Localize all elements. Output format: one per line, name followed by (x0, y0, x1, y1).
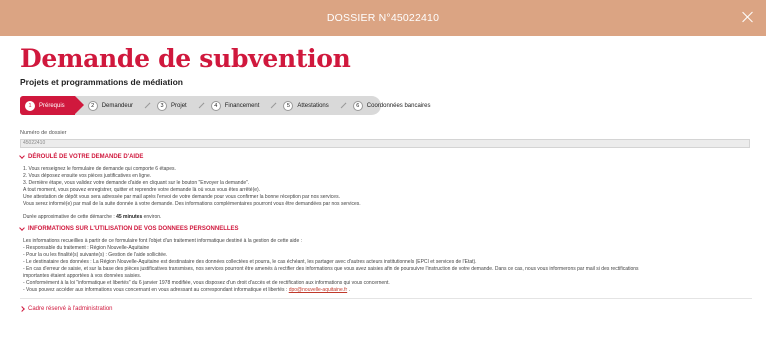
step-label: Attestations (297, 102, 329, 109)
modal-content: Demande de subvention Projets et program… (19, 36, 752, 312)
text-line: - En cas d'erreur de saisie, et sur la b… (23, 266, 639, 272)
text-line: 3. Dernière étape, vous validez votre de… (23, 180, 250, 186)
text-line: Vous serez informé(e) par mail de la sui… (23, 201, 361, 207)
step-label: Prérequis (39, 102, 65, 109)
page-title: Demande de subvention (20, 44, 351, 73)
dossier-title: DOSSIER N°45022410 (326, 12, 440, 24)
page-subtitle: Projets et programmations de médiation (20, 77, 183, 87)
text-line: - Vous pouvez accéder aux informations v… (23, 287, 752, 294)
section-title: Cadre réservé à l'administration (28, 306, 113, 312)
duration-label: Durée approximative de cette démarche : (23, 214, 115, 220)
step-number: 3 (157, 100, 168, 111)
step-projet[interactable]: 3 Projet (157, 96, 201, 115)
text-line: - Pour la ou les finalité(s) suivante(s)… (23, 252, 168, 258)
duration-suffix: environ. (143, 214, 162, 220)
section-donnees-toggle[interactable]: INFORMATIONS SUR L'UTILISATION DE VOS DO… (19, 225, 752, 232)
section-deroule-body: 1. Vous renseignez le formulaire de dema… (20, 166, 752, 221)
section-title: DÉROULÉ DE VOTRE DEMANDE D'AIDE (28, 154, 144, 160)
step-number: 2 (87, 100, 98, 111)
section-donnees-body: Les informations recueillies à partir de… (20, 238, 752, 294)
step-label: Projet (171, 102, 187, 109)
text-line: A tout moment, vous pouvez enregistrer, … (23, 187, 261, 193)
section-title: INFORMATIONS SUR L'UTILISATION DE VOS DO… (28, 226, 239, 232)
duration-value: 45 minutes (116, 214, 143, 220)
dossier-number-label: Numéro de dossier (20, 130, 67, 136)
step-coordonnees-bancaires[interactable]: 6 Coordonnées bancaires (352, 96, 445, 115)
text-line: - Le destinataire des données : La Régio… (23, 259, 477, 265)
text-line: - Conformément à la loi "informatique et… (23, 280, 390, 286)
chevron-right-icon (19, 306, 25, 312)
text-line: 1. Vous renseignez le formulaire de dema… (23, 166, 176, 172)
section-admin-toggle[interactable]: Cadre réservé à l'administration (19, 306, 752, 312)
step-label: Demandeur (101, 102, 134, 109)
divider (20, 298, 752, 299)
chevron-down-icon (19, 225, 25, 231)
text-line: importantes étaient apportées à vos donn… (23, 273, 142, 279)
dossier-number-field: 45022410 (20, 139, 750, 148)
step-attestations[interactable]: 5 Attestations (283, 96, 342, 115)
text-line: - Responsable du traitement : Région Nou… (23, 245, 150, 251)
step-number: 4 (210, 100, 221, 111)
text-line: Les informations recueillies à partir de… (23, 238, 303, 244)
text-line: 2. Vous déposez ensuite vos pièces justi… (23, 173, 152, 179)
step-number: 1 (25, 100, 35, 111)
close-icon[interactable] (742, 11, 754, 23)
duration-line: Durée approximative de cette démarche : … (23, 214, 752, 221)
contact-text: - Vous pouvez accéder aux informations v… (23, 287, 288, 293)
stepper: 1 Prérequis 2 Demandeur 3 Projet 4 Finan… (20, 96, 431, 115)
step-demandeur[interactable]: 2 Demandeur (75, 96, 147, 115)
step-label: Financement (224, 102, 260, 109)
step-label: Coordonnées bancaires (366, 102, 431, 109)
modal-header: DOSSIER N°45022410 (0, 0, 766, 36)
section-deroule-toggle[interactable]: DÉROULÉ DE VOTRE DEMANDE D'AIDE (19, 153, 752, 160)
chevron-down-icon (19, 153, 25, 159)
step-number: 6 (352, 100, 363, 111)
step-number: 5 (283, 100, 294, 111)
dpo-email-link[interactable]: dpo@nouvelle-aquitaine.fr (289, 287, 347, 293)
text-line: Une attestation de dépôt vous sera adres… (23, 194, 340, 200)
contact-suffix: . (348, 287, 350, 293)
step-prerequis[interactable]: 1 Prérequis (20, 96, 84, 115)
step-financement[interactable]: 4 Financement (210, 96, 274, 115)
